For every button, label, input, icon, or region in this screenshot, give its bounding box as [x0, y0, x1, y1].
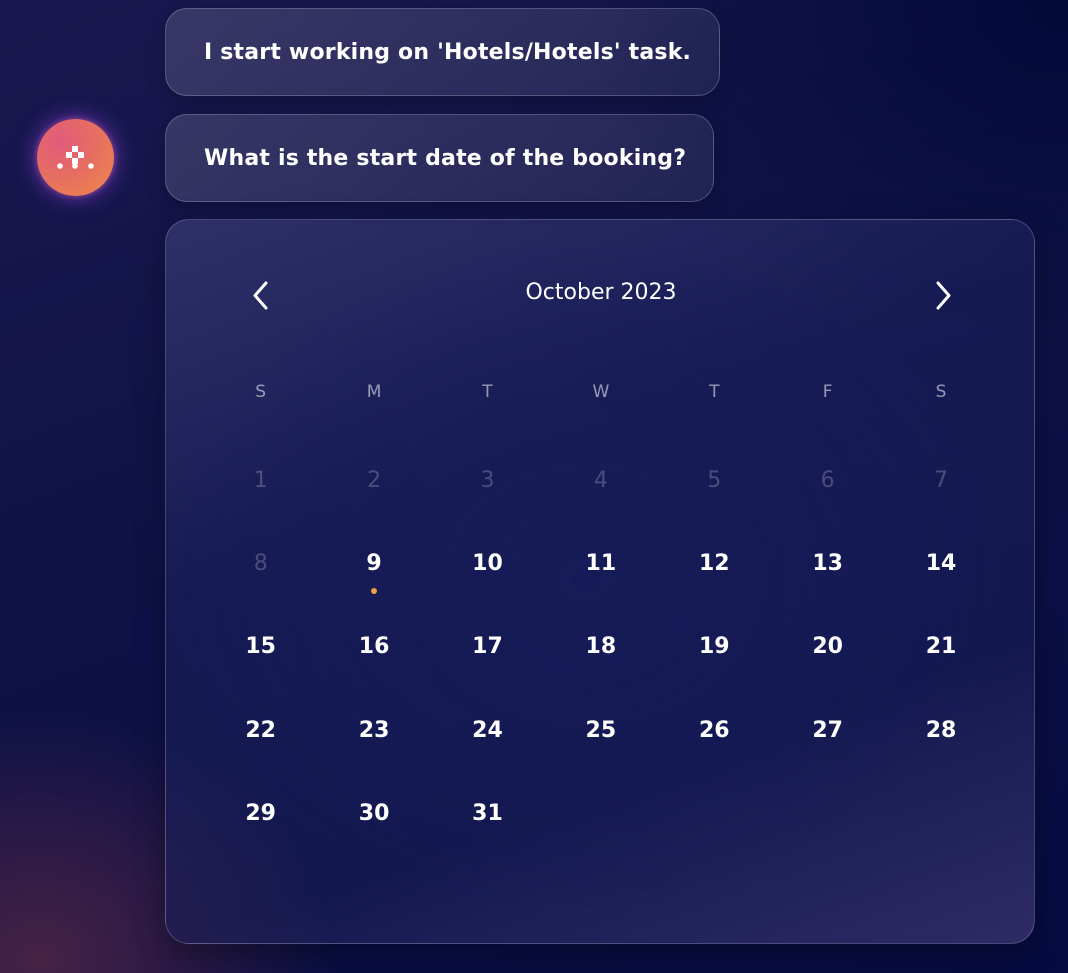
assistant-logo-icon [57, 146, 94, 169]
day-number: 26 [698, 717, 730, 743]
calendar-day[interactable]: 25 [544, 711, 657, 794]
weekday-label: S [255, 382, 267, 402]
calendar-day[interactable]: 9 [317, 544, 430, 627]
date-picker-calendar: October 2023 S M T W T F S 1 2 3 4 5 6 7 8 9 10 11… [165, 219, 1035, 944]
day-grid: 1 2 3 4 5 6 7 8 9 10 11 12 13 14 15 16 17 18 19 20 21 22 23 24 2… [204, 461, 998, 877]
calendar-day[interactable]: 22 [204, 711, 317, 794]
weekday-label: T [482, 382, 493, 402]
calendar-day[interactable]: 24 [431, 711, 544, 794]
calendar-day[interactable]: 26 [658, 711, 771, 794]
day-number: 18 [585, 634, 617, 660]
day-number: 13 [812, 551, 843, 577]
day-number: 7 [934, 468, 949, 493]
calendar-day[interactable]: 19 [658, 627, 771, 710]
day-number: 2 [367, 468, 382, 493]
day-number: 20 [812, 634, 843, 660]
day-number: 4 [593, 468, 608, 493]
weekday-label: W [592, 382, 610, 402]
day-number: 31 [472, 800, 503, 826]
calendar-day[interactable]: 18 [544, 627, 657, 710]
weekday-label: M [366, 382, 382, 402]
calendar-day-disabled: 7 [884, 461, 997, 544]
day-number: 19 [698, 634, 730, 660]
day-number: 10 [472, 551, 503, 577]
day-number: 21 [925, 634, 957, 660]
day-number: 12 [698, 551, 730, 577]
day-number: 8 [253, 551, 268, 577]
day-number: 1 [253, 468, 268, 493]
day-number: 3 [480, 468, 495, 493]
calendar-day-disabled: 8 [204, 544, 317, 627]
chevron-right-icon [936, 281, 951, 310]
calendar-day[interactable]: 12 [658, 544, 771, 627]
calendar-day-disabled: 6 [771, 461, 884, 544]
day-number: 17 [472, 634, 503, 660]
calendar-day-disabled: 4 [544, 461, 657, 544]
calendar-day[interactable]: 31 [431, 794, 544, 877]
chat-message-assistant: What is the start date of the booking? [165, 114, 714, 202]
calendar-day[interactable]: 10 [431, 544, 544, 627]
day-number: 9 [366, 551, 382, 577]
day-number: 15 [245, 634, 276, 660]
day-number: 5 [707, 468, 722, 493]
calendar-day-disabled: 2 [317, 461, 430, 544]
weekday-label: T [709, 382, 720, 402]
calendar-day-disabled: 1 [204, 461, 317, 544]
calendar-day[interactable]: 15 [204, 627, 317, 710]
day-number: 30 [358, 800, 390, 826]
calendar-day[interactable]: 27 [771, 711, 884, 794]
calendar-day[interactable]: 14 [884, 544, 997, 627]
calendar-day[interactable]: 16 [317, 627, 430, 710]
today-indicator-dot [371, 588, 378, 595]
calendar-day-disabled: 5 [658, 461, 771, 544]
day-number: 23 [358, 717, 390, 743]
day-number: 6 [820, 468, 835, 493]
next-month-button[interactable] [922, 276, 962, 316]
calendar-day[interactable]: 20 [771, 627, 884, 710]
day-number: 22 [245, 717, 276, 743]
day-number: 24 [472, 717, 503, 743]
calendar-day[interactable]: 17 [431, 627, 544, 710]
month-year-label: October 2023 [525, 280, 677, 305]
calendar-day[interactable]: 11 [544, 544, 657, 627]
calendar-day[interactable]: 29 [204, 794, 317, 877]
day-number: 29 [245, 800, 276, 826]
day-number: 11 [585, 551, 617, 577]
calendar-day[interactable]: 30 [317, 794, 430, 877]
assistant-avatar [37, 119, 114, 196]
calendar-day[interactable]: 13 [771, 544, 884, 627]
calendar-day[interactable]: 21 [884, 627, 997, 710]
day-number: 16 [358, 634, 390, 660]
day-number: 28 [925, 717, 957, 743]
weekday-label: S [935, 382, 947, 402]
calendar-day[interactable]: 23 [317, 711, 430, 794]
calendar-day[interactable]: 28 [884, 711, 997, 794]
day-number: 27 [812, 717, 843, 743]
calendar-day-disabled: 3 [431, 461, 544, 544]
chat-message-user: I start working on 'Hotels/Hotels' task. [165, 8, 720, 96]
weekday-header-row: S M T W T F S [204, 382, 998, 420]
weekday-label: F [822, 382, 833, 402]
message-text: I start working on 'Hotels/Hotels' task. [204, 39, 692, 65]
day-number: 14 [925, 551, 957, 577]
day-number: 25 [585, 717, 617, 743]
message-text: What is the start date of the booking? [204, 145, 687, 171]
